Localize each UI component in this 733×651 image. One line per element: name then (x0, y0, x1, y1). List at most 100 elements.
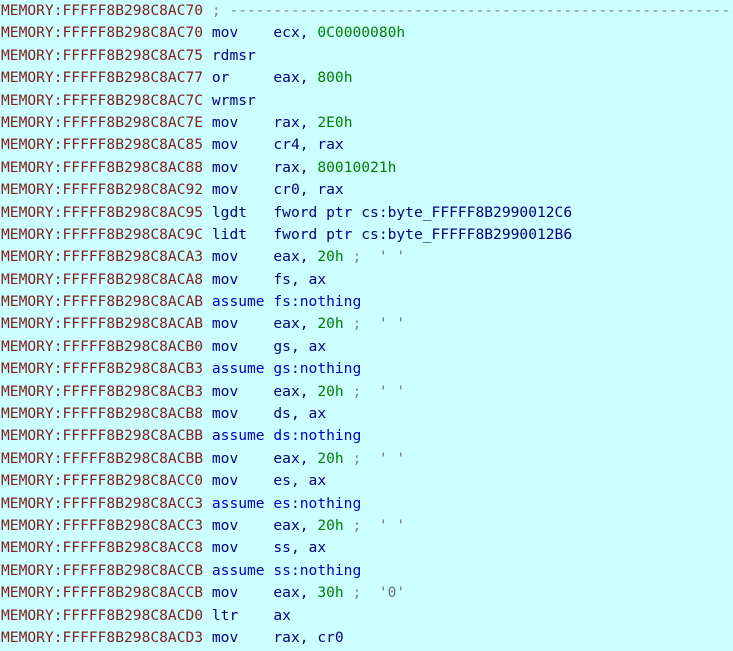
disassembly-line[interactable]: MEMORY:FFFFF8B298C8ACA8 mov fs, ax (0, 269, 733, 291)
instruction-mnemonic: wrmsr (211, 91, 256, 109)
instruction-mnemonic: mov (211, 248, 239, 266)
disassembly-line[interactable]: MEMORY:FFFFF8B298C8ACC3 assume es:nothin… (0, 493, 733, 515)
operand-register: ecx, (273, 24, 309, 42)
assume-keyword: assume (211, 360, 274, 378)
disassembly-line[interactable]: MEMORY:FFFFF8B298C8ACA3 mov eax, 20h ; '… (0, 246, 733, 268)
instruction-mnemonic: mov (211, 449, 239, 467)
mnemonic-padding (238, 271, 273, 288)
mnemonic-padding (238, 517, 273, 534)
line-address: MEMORY:FFFFF8B298C8ACA3 (1, 248, 212, 266)
inline-comment-marker: ; (343, 449, 371, 467)
disassembly-line[interactable]: MEMORY:FFFFF8B298C8ACC0 mov es, ax (0, 470, 733, 492)
operand-immediate: 2E0h (317, 113, 353, 131)
line-address: MEMORY:FFFFF8B298C8ACC3 (1, 494, 212, 512)
disassembly-line[interactable]: MEMORY:FFFFF8B298C8AC70 ; --------------… (0, 0, 733, 22)
mnemonic-padding (238, 539, 273, 556)
operand-immediate: 20h (317, 382, 344, 400)
disassembly-line[interactable]: MEMORY:FFFFF8B298C8AC70 mov ecx, 0C00000… (0, 22, 733, 44)
mnemonic-padding (238, 24, 273, 41)
instruction-mnemonic: mov (211, 181, 239, 199)
disassembly-line[interactable]: MEMORY:FFFFF8B298C8AC77 or eax, 800h (0, 67, 733, 89)
line-address: MEMORY:FFFFF8B298C8ACC0 (1, 472, 212, 490)
disassembly-line[interactable]: MEMORY:FFFFF8B298C8ACC8 mov ss, ax (0, 537, 733, 559)
disassembly-line[interactable]: MEMORY:FFFFF8B298C8AC88 mov rax, 8001002… (0, 157, 733, 179)
instruction-mnemonic: mov (211, 24, 239, 42)
disassembly-line[interactable]: MEMORY:FFFFF8B298C8ACB8 mov ds, ax (0, 403, 733, 425)
line-address: MEMORY:FFFFF8B298C8ACB8 (1, 405, 212, 423)
operand-immediate: 20h (317, 516, 344, 534)
line-address: MEMORY:FFFFF8B298C8AC85 (1, 136, 212, 154)
disassembly-line[interactable]: MEMORY:FFFFF8B298C8ACBB mov eax, 20h ; '… (0, 448, 733, 470)
mnemonic-padding (238, 472, 273, 489)
operand-register: ax (273, 606, 291, 624)
disassembly-line[interactable]: MEMORY:FFFFF8B298C8ACD0 ltr ax (0, 605, 733, 627)
operand-register: eax, (273, 248, 309, 266)
operand-register: fs, ax (273, 270, 327, 288)
inline-comment-marker: ; (343, 584, 371, 602)
operand-immediate: 80010021h (317, 158, 397, 176)
line-address: MEMORY:FFFFF8B298C8ACD0 (1, 606, 212, 624)
inline-comment-marker: ; (343, 315, 371, 333)
disassembly-line[interactable]: MEMORY:FFFFF8B298C8ACBB assume ds:nothin… (0, 425, 733, 447)
disassembly-line[interactable]: MEMORY:FFFFF8B298C8ACB0 mov gs, ax (0, 336, 733, 358)
instruction-mnemonic: mov (211, 315, 239, 333)
disassembly-line[interactable]: MEMORY:FFFFF8B298C8ACCB assume ss:nothin… (0, 560, 733, 582)
instruction-mnemonic: mov (211, 337, 239, 355)
line-address: MEMORY:FFFFF8B298C8AC70 (1, 2, 212, 19)
instruction-mnemonic: mov (211, 584, 239, 602)
instruction-mnemonic: mov (211, 270, 239, 288)
disassembly-line[interactable]: MEMORY:FFFFF8B298C8AC9C lidt fword ptr c… (0, 224, 733, 246)
operand-register: eax, (273, 315, 309, 333)
line-address: MEMORY:FFFFF8B298C8AC75 (1, 46, 212, 64)
disassembly-line[interactable]: MEMORY:FFFFF8B298C8ACAB mov eax, 20h ; '… (0, 313, 733, 335)
disassembly-line[interactable]: MEMORY:FFFFF8B298C8AC75 rdmsr (0, 45, 733, 67)
disassembly-line[interactable]: MEMORY:FFFFF8B298C8ACC3 mov eax, 20h ; '… (0, 515, 733, 537)
disassembly-line[interactable]: MEMORY:FFFFF8B298C8ACD3 mov rax, cr0 (0, 627, 733, 649)
line-address: MEMORY:FFFFF8B298C8ACAB (1, 293, 212, 311)
disassembly-line[interactable]: MEMORY:FFFFF8B298C8ACAB assume fs:nothin… (0, 291, 733, 313)
line-address: MEMORY:FFFFF8B298C8AC92 (1, 181, 212, 199)
assume-value: gs:nothing (273, 360, 362, 378)
disassembly-line[interactable]: MEMORY:FFFFF8B298C8ACCB mov eax, 30h ; '… (0, 582, 733, 604)
mnemonic-padding (238, 136, 273, 153)
line-address: MEMORY:FFFFF8B298C8ACB0 (1, 337, 212, 355)
instruction-mnemonic: or (211, 69, 230, 87)
assume-value: ss:nothing (273, 561, 362, 579)
mnemonic-padding (238, 248, 273, 265)
mnemonic-padding (238, 114, 273, 131)
disassembly-line[interactable]: MEMORY:FFFFF8B298C8ACB3 assume gs:nothin… (0, 358, 733, 380)
instruction-mnemonic: mov (211, 472, 239, 490)
line-address: MEMORY:FFFFF8B298C8AC7C (1, 91, 212, 109)
disassembly-line[interactable]: MEMORY:FFFFF8B298C8AC7C wrmsr (0, 90, 733, 112)
operand-register: cr4, rax (273, 136, 344, 154)
operand-register: rax, (273, 113, 309, 131)
operand-register: cr0, rax (273, 181, 344, 199)
instruction-mnemonic: ltr (211, 606, 239, 624)
assume-keyword: assume (211, 293, 274, 311)
disassembly-line[interactable]: MEMORY:FFFFF8B298C8AC7E mov rax, 2E0h (0, 112, 733, 134)
line-address: MEMORY:FFFFF8B298C8ACBB (1, 427, 212, 445)
line-address: MEMORY:FFFFF8B298C8ACCB (1, 561, 212, 579)
instruction-mnemonic: mov (211, 539, 239, 557)
disassembly-line[interactable]: MEMORY:FFFFF8B298C8ACB3 mov eax, 20h ; '… (0, 381, 733, 403)
instruction-mnemonic: lidt (211, 225, 248, 243)
disassembly-line[interactable]: MEMORY:FFFFF8B298C8AC95 lgdt fword ptr c… (0, 202, 733, 224)
disassembly-line[interactable]: MEMORY:FFFFF8B298C8AC92 mov cr0, rax (0, 179, 733, 201)
line-address: MEMORY:FFFFF8B298C8AC88 (1, 158, 212, 176)
disassembly-line[interactable]: MEMORY:FFFFF8B298C8AC85 mov cr4, rax (0, 134, 733, 156)
line-address: MEMORY:FFFFF8B298C8ACC3 (1, 516, 212, 534)
mnemonic-padding (238, 584, 273, 601)
operand-register: fword ptr cs:byte_FFFFF8B2990012B6 (273, 225, 573, 243)
instruction-mnemonic: mov (211, 136, 239, 154)
char-literal: '0' (370, 584, 406, 602)
disassembly-view[interactable]: MEMORY:FFFFF8B298C8AC70 ; --------------… (0, 0, 733, 651)
mnemonic-padding (238, 383, 273, 400)
mnemonic-padding (238, 629, 273, 646)
operand-immediate: 30h (317, 584, 344, 602)
assume-keyword: assume (211, 561, 274, 579)
operand-immediate: 20h (317, 315, 344, 333)
assume-value: es:nothing (273, 494, 362, 512)
line-address: MEMORY:FFFFF8B298C8ACAB (1, 315, 212, 333)
assume-value: fs:nothing (273, 293, 362, 311)
mnemonic-padding (238, 405, 273, 422)
